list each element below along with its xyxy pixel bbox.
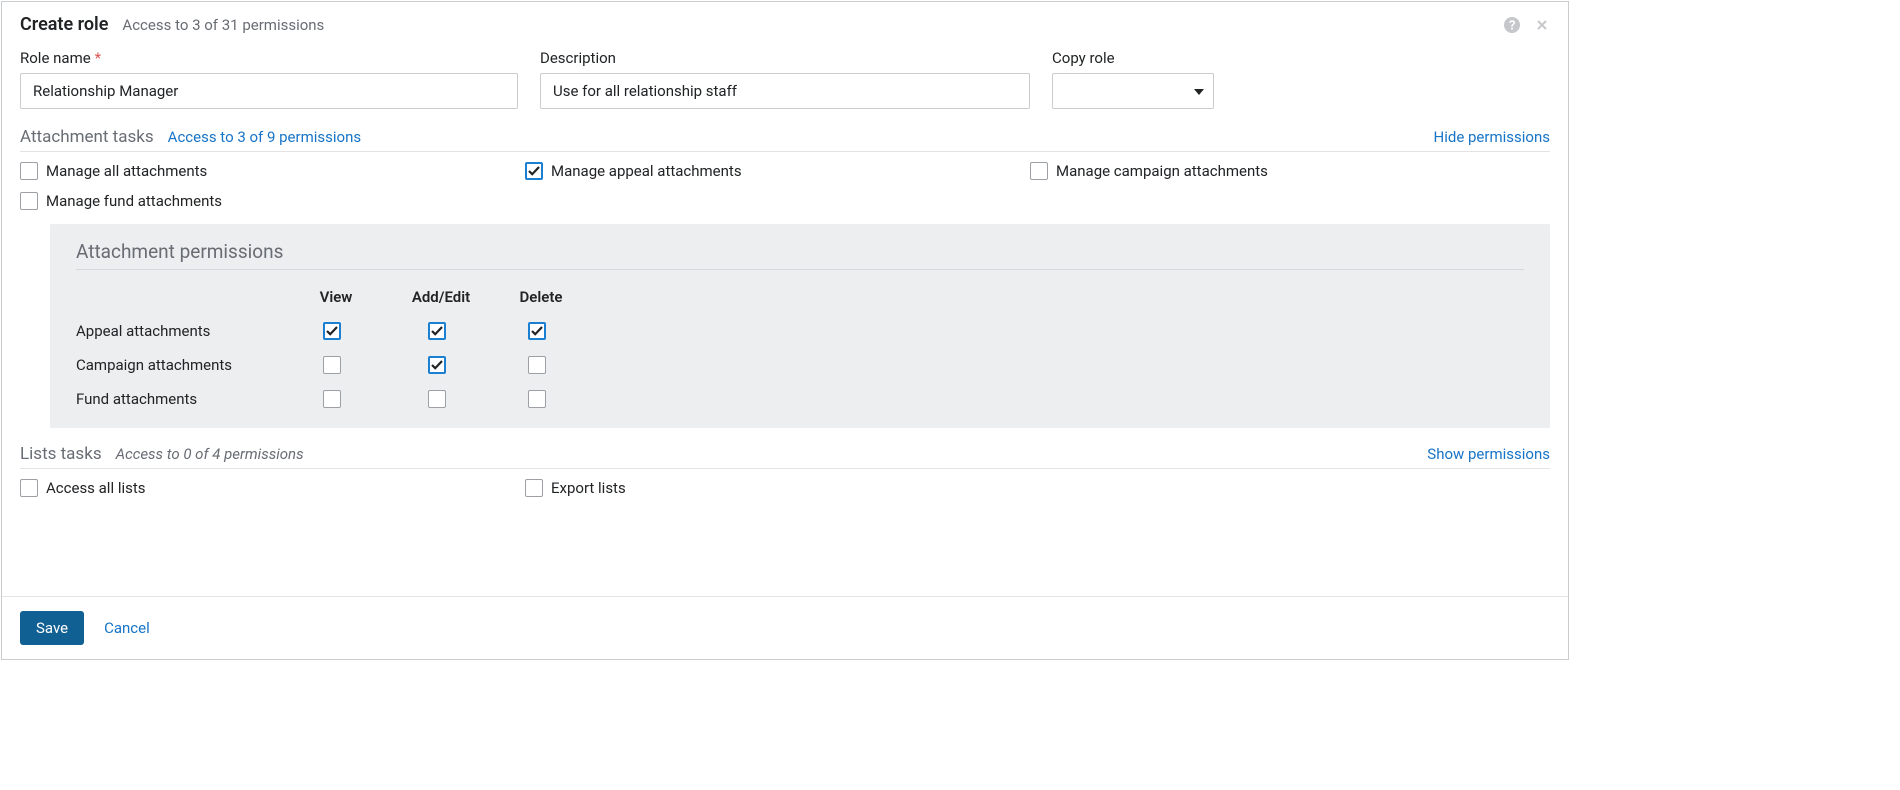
field-copy-role: Copy role [1052,49,1214,109]
section-title-attachment: Attachment tasks [20,127,154,147]
section-count-attachment[interactable]: Access to 3 of 9 permissions [168,128,361,146]
chk-export-lists[interactable]: Export lists [525,479,1030,497]
attachment-permissions-panel: Attachment permissions View Add/Edit Del… [50,224,1550,428]
checkbox-icon [525,162,543,180]
chk-label: Manage appeal attachments [551,162,742,180]
cancel-button[interactable]: Cancel [104,619,150,637]
description-label: Description [540,49,1030,67]
copy-role-label: Copy role [1052,49,1214,67]
description-input[interactable] [540,73,1030,109]
chk-label: Manage fund attachments [46,192,222,210]
row-fund-label: Fund attachments [76,390,286,408]
panel-footer: Save Cancel [2,596,1568,659]
lists-checkbox-grid: Access all lists Export lists [20,469,1550,511]
chk-campaign-delete[interactable] [528,356,546,374]
required-star-icon: * [95,49,101,67]
field-role-name: Role name* [20,49,518,109]
col-add-edit: Add/Edit [386,288,496,306]
chk-label: Manage campaign attachments [1056,162,1268,180]
checkbox-icon [1030,162,1048,180]
chk-manage-campaign-attachments[interactable]: Manage campaign attachments [1030,162,1535,180]
copy-role-select[interactable] [1052,73,1214,109]
chk-appeal-view[interactable] [323,322,341,340]
checkbox-icon [20,162,38,180]
role-name-label-text: Role name [20,49,91,67]
panel-header: Create role Access to 3 of 31 permission… [2,2,1568,49]
col-view: View [286,288,386,306]
panel-title: Create role [20,14,108,35]
col-delete: Delete [496,288,586,306]
save-button[interactable]: Save [20,611,84,645]
panel-subtitle: Access to 3 of 31 permissions [122,16,324,34]
hide-permissions-link[interactable]: Hide permissions [1434,128,1550,146]
chk-fund-addedit[interactable] [428,390,446,408]
chk-access-all-lists[interactable]: Access all lists [20,479,525,497]
role-name-label: Role name* [20,49,518,67]
section-header-attachment: Attachment tasks Access to 3 of 9 permis… [20,127,1550,152]
chk-fund-view[interactable] [323,390,341,408]
row-campaign-label: Campaign attachments [76,356,286,374]
chk-campaign-view[interactable] [323,356,341,374]
checkbox-icon [525,479,543,497]
chk-appeal-addedit[interactable] [428,322,446,340]
chk-label: Access all lists [46,479,146,497]
chk-manage-fund-attachments[interactable]: Manage fund attachments [20,192,525,210]
role-name-input[interactable] [20,73,518,109]
attachment-checkbox-grid: Manage all attachments Manage appeal att… [20,152,1550,224]
close-icon[interactable] [1534,17,1550,33]
chk-appeal-delete[interactable] [528,322,546,340]
chk-label: Manage all attachments [46,162,207,180]
section-title-lists: Lists tasks [20,444,102,464]
section-count-lists: Access to 0 of 4 permissions [116,445,304,463]
help-icon[interactable] [1504,17,1520,33]
chk-manage-appeal-attachments[interactable]: Manage appeal attachments [525,162,1030,180]
attachment-permissions-title: Attachment permissions [76,240,1524,270]
header-icons [1504,17,1550,33]
attachment-permissions-table: View Add/Edit Delete Appeal attachments … [76,288,1524,408]
checkbox-icon [20,479,38,497]
field-row: Role name* Description Copy role [20,49,1550,109]
create-role-panel: Create role Access to 3 of 31 permission… [1,1,1569,660]
row-appeal-label: Appeal attachments [76,322,286,340]
section-header-lists: Lists tasks Access to 0 of 4 permissions… [20,444,1550,469]
chk-fund-delete[interactable] [528,390,546,408]
chk-manage-all-attachments[interactable]: Manage all attachments [20,162,525,180]
chk-label: Export lists [551,479,626,497]
field-description: Description [540,49,1030,109]
show-permissions-link[interactable]: Show permissions [1427,445,1550,463]
panel-body: Role name* Description Copy role Att [2,49,1568,596]
checkbox-icon [20,192,38,210]
chk-campaign-addedit[interactable] [428,356,446,374]
